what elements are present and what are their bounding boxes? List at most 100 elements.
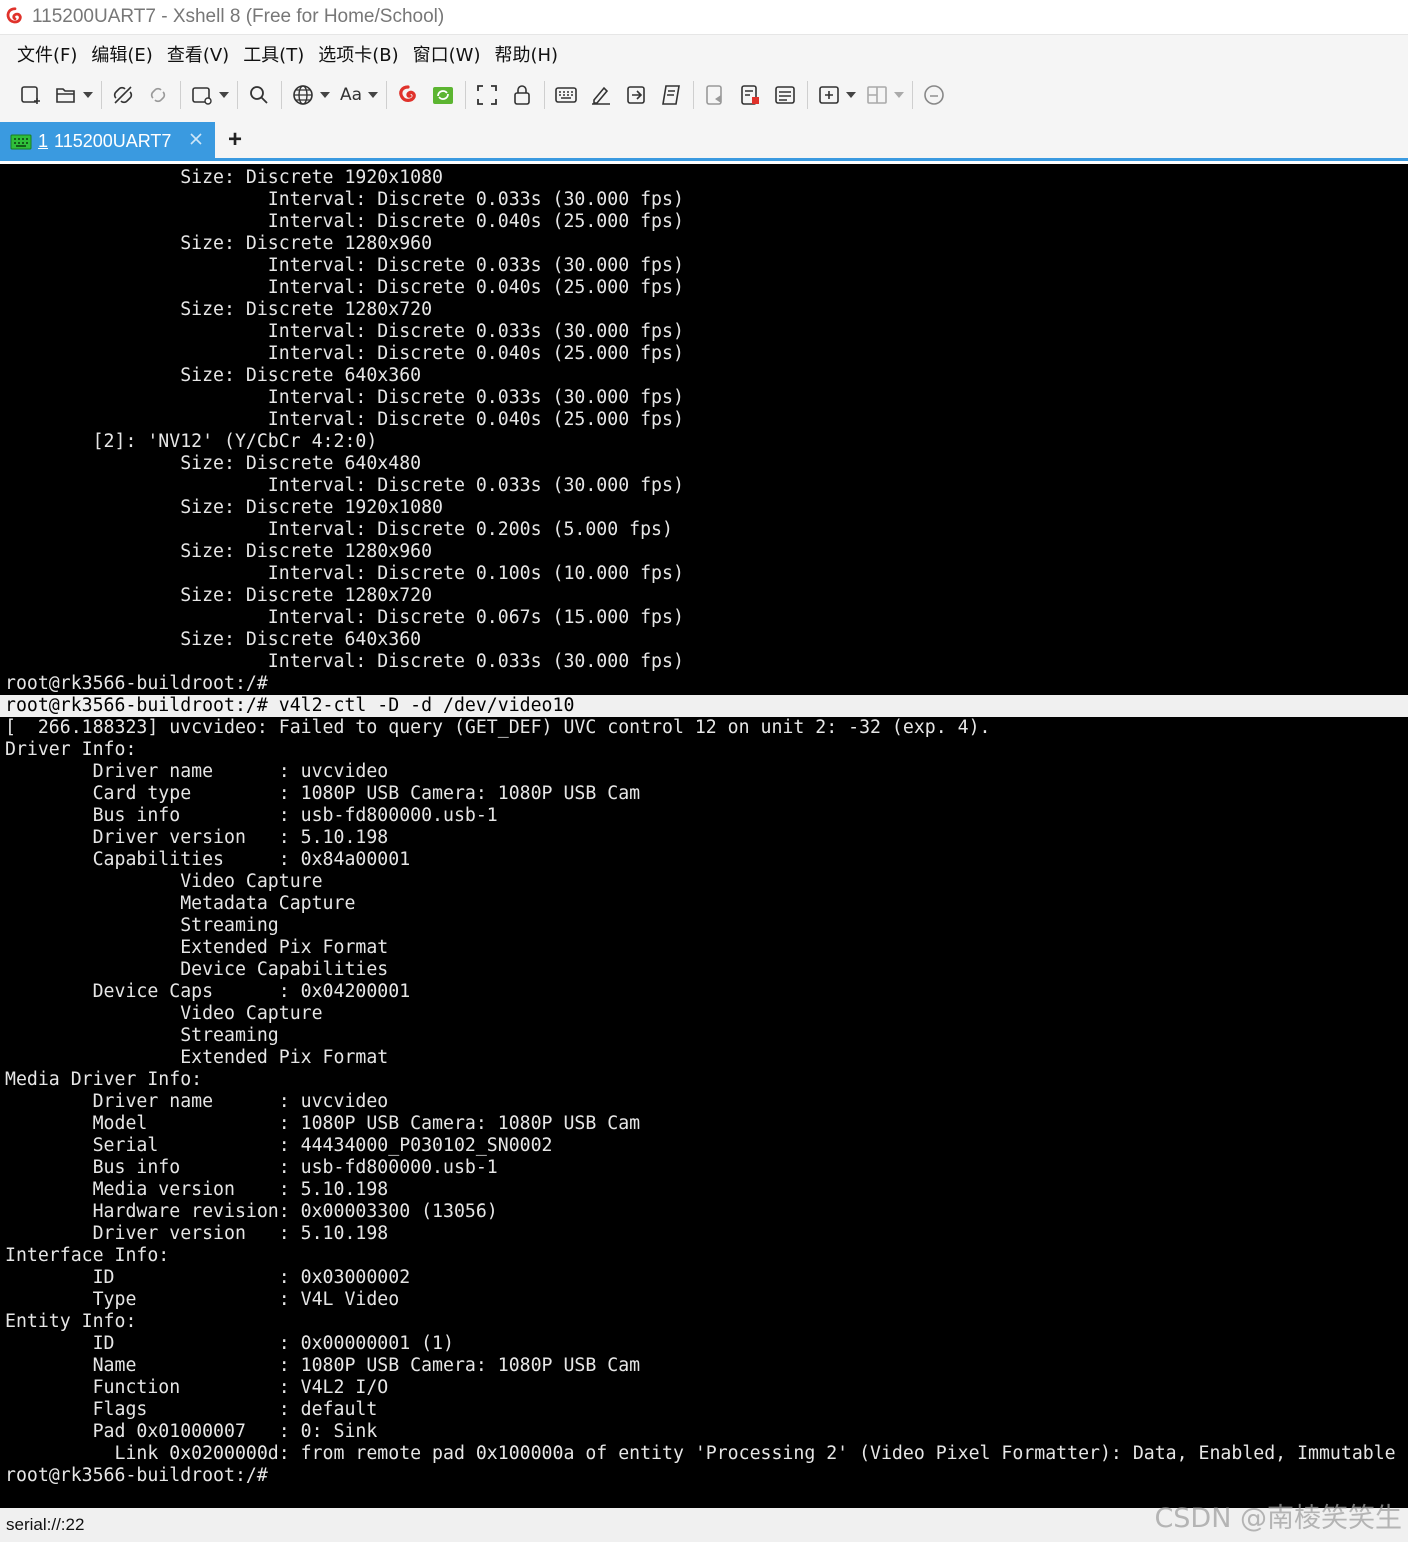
log-icon[interactable]	[700, 80, 730, 110]
font-icon[interactable]: Aa	[336, 80, 366, 110]
terminal-line: Interval: Discrete 0.033s (30.000 fps)	[5, 321, 684, 342]
menu-edit[interactable]: 编辑(E)	[84, 37, 159, 71]
terminal-line: Link 0x0200000d: from remote pad 0x10000…	[5, 1443, 1396, 1464]
disconnect-icon[interactable]	[108, 80, 138, 110]
terminal-line: Video Capture	[5, 1003, 323, 1024]
window-title: 115200UART7 - Xshell 8 (Free for Home/Sc…	[32, 6, 445, 27]
terminal-line: Size: Discrete 640x480	[5, 453, 422, 474]
xftp-icon[interactable]	[428, 80, 458, 110]
chat-icon[interactable]	[919, 80, 949, 110]
send-icon[interactable]	[621, 80, 651, 110]
add-pane-dropdown-chevron-icon[interactable]	[845, 80, 857, 110]
open-dropdown-chevron-icon[interactable]	[82, 80, 94, 110]
terminal-line: Interval: Discrete 0.040s (25.000 fps)	[5, 343, 684, 364]
layout-icon[interactable]	[862, 80, 892, 110]
terminal-line: Name : 1080P USB Camera: 1080P USB Cam	[5, 1355, 641, 1376]
terminal-line: Interval: Discrete 0.033s (30.000 fps)	[5, 255, 684, 276]
close-icon[interactable]	[189, 132, 203, 146]
toolbar-divider	[386, 81, 387, 109]
terminal-line: Size: Discrete 1280x720	[5, 585, 433, 606]
toolbar-divider	[807, 81, 808, 109]
connection-status: serial://:22	[6, 1515, 85, 1534]
script-icon[interactable]	[656, 80, 686, 110]
terminal-line: Flags : default	[5, 1399, 378, 1420]
globe-icon[interactable]	[288, 80, 318, 110]
menu-help[interactable]: 帮助(H)	[487, 37, 565, 71]
terminal-line: Size: Discrete 1280x960	[5, 541, 433, 562]
new-tab-button[interactable]: +	[224, 126, 246, 154]
menu-window[interactable]: 窗口(W)	[406, 37, 488, 71]
terminal-line: Driver name : uvcvideo	[5, 1091, 389, 1112]
menu-bar: 文件(F) 编辑(E) 查看(V) 工具(T) 选项卡(B) 窗口(W) 帮助(…	[0, 34, 1408, 72]
terminal-line: Model : 1080P USB Camera: 1080P USB Cam	[5, 1113, 641, 1134]
new-session-icon[interactable]	[16, 80, 46, 110]
terminal-line: Size: Discrete 640x360	[5, 365, 422, 386]
toolbar-divider	[465, 81, 466, 109]
terminal-line: Pad 0x01000007 : 0: Sink	[5, 1421, 378, 1442]
terminal-line: ID : 0x03000002	[5, 1267, 411, 1288]
menu-view[interactable]: 查看(V)	[160, 37, 236, 71]
toolbar-divider	[912, 81, 913, 109]
layout-dropdown-chevron-icon[interactable]	[893, 80, 905, 110]
terminal-line: Interval: Discrete 0.033s (30.000 fps)	[5, 387, 684, 408]
terminal-line: Interval: Discrete 0.033s (30.000 fps)	[5, 651, 684, 672]
terminal-line: Interval: Discrete 0.033s (30.000 fps)	[5, 189, 684, 210]
terminal-line: Hardware revision: 0x00003300 (13056)	[5, 1201, 498, 1222]
tab-number: 1	[38, 131, 49, 151]
toolbar-divider	[101, 81, 102, 109]
compose-icon[interactable]	[586, 80, 616, 110]
tab-session[interactable]: 1 115200UART7	[0, 122, 215, 161]
add-pane-icon[interactable]	[814, 80, 844, 110]
toolbar-divider	[180, 81, 181, 109]
toolbar-divider	[693, 81, 694, 109]
terminal-line: Interval: Discrete 0.040s (25.000 fps)	[5, 409, 684, 430]
terminal-line: Streaming	[5, 1025, 279, 1046]
terminal-line: Interval: Discrete 0.040s (25.000 fps)	[5, 211, 684, 232]
terminal-line: Video Capture	[5, 871, 323, 892]
terminal-line: root@rk3566-buildroot:/# v4l2-ctl -D -d …	[5, 695, 575, 716]
terminal-line: Driver name : uvcvideo	[5, 761, 389, 782]
toolbar: Aa	[0, 72, 1408, 118]
terminal-line: Interval: Discrete 0.033s (30.000 fps)	[5, 475, 684, 496]
find-icon[interactable]	[244, 80, 274, 110]
terminal-line: Streaming	[5, 915, 279, 936]
terminal-line: Driver Info:	[5, 739, 137, 760]
window-dropdown-chevron-icon[interactable]	[218, 80, 230, 110]
terminal-line: Serial : 44434000_P030102_SN0002	[5, 1135, 553, 1156]
toolbar-divider	[237, 81, 238, 109]
tab-bar: 1 115200UART7 +	[0, 118, 1408, 161]
notes-icon[interactable]	[770, 80, 800, 110]
terminal-line: Interface Info:	[5, 1245, 170, 1266]
terminal-line: Size: Discrete 640x360	[5, 629, 422, 650]
terminal-line: Device Caps : 0x04200001	[5, 981, 411, 1002]
terminal-line: root@rk3566-buildroot:/#	[5, 1465, 268, 1486]
terminal-line: Device Capabilities	[5, 959, 389, 980]
menu-tools[interactable]: 工具(T)	[236, 37, 311, 71]
terminal-line: Capabilities : 0x84a00001	[5, 849, 411, 870]
terminal-line: [ 266.188323] uvcvideo: Failed to query …	[5, 717, 991, 738]
terminal-line: Interval: Discrete 0.040s (25.000 fps)	[5, 277, 684, 298]
keyboard-icon[interactable]	[551, 80, 581, 110]
terminal-line: Media version : 5.10.198	[5, 1179, 389, 1200]
record-icon[interactable]	[735, 80, 765, 110]
toolbar-divider	[281, 81, 282, 109]
terminal-line: Driver version : 5.10.198	[5, 827, 389, 848]
terminal-line: ID : 0x00000001 (1)	[5, 1333, 454, 1354]
font-dropdown-chevron-icon[interactable]	[367, 80, 379, 110]
menu-file[interactable]: 文件(F)	[10, 37, 84, 71]
encoding-dropdown-chevron-icon[interactable]	[319, 80, 331, 110]
xshell-icon[interactable]	[393, 80, 423, 110]
reconnect-icon[interactable]	[143, 80, 173, 110]
terminal-line: Type : V4L Video	[5, 1289, 400, 1310]
new-window-icon[interactable]	[187, 80, 217, 110]
terminal-output[interactable]: Size: Discrete 1920x1080 Interval: Discr…	[0, 164, 1408, 1508]
terminal-line: Size: Discrete 1280x720	[5, 299, 433, 320]
fullscreen-icon[interactable]	[472, 80, 502, 110]
open-folder-icon[interactable]	[51, 80, 81, 110]
menu-tab[interactable]: 选项卡(B)	[311, 37, 405, 71]
lock-icon[interactable]	[507, 80, 537, 110]
terminal-line: Extended Pix Format	[5, 937, 389, 958]
terminal-line: Card type : 1080P USB Camera: 1080P USB …	[5, 783, 641, 804]
toolbar-divider	[544, 81, 545, 109]
terminal-line: Metadata Capture	[5, 893, 356, 914]
